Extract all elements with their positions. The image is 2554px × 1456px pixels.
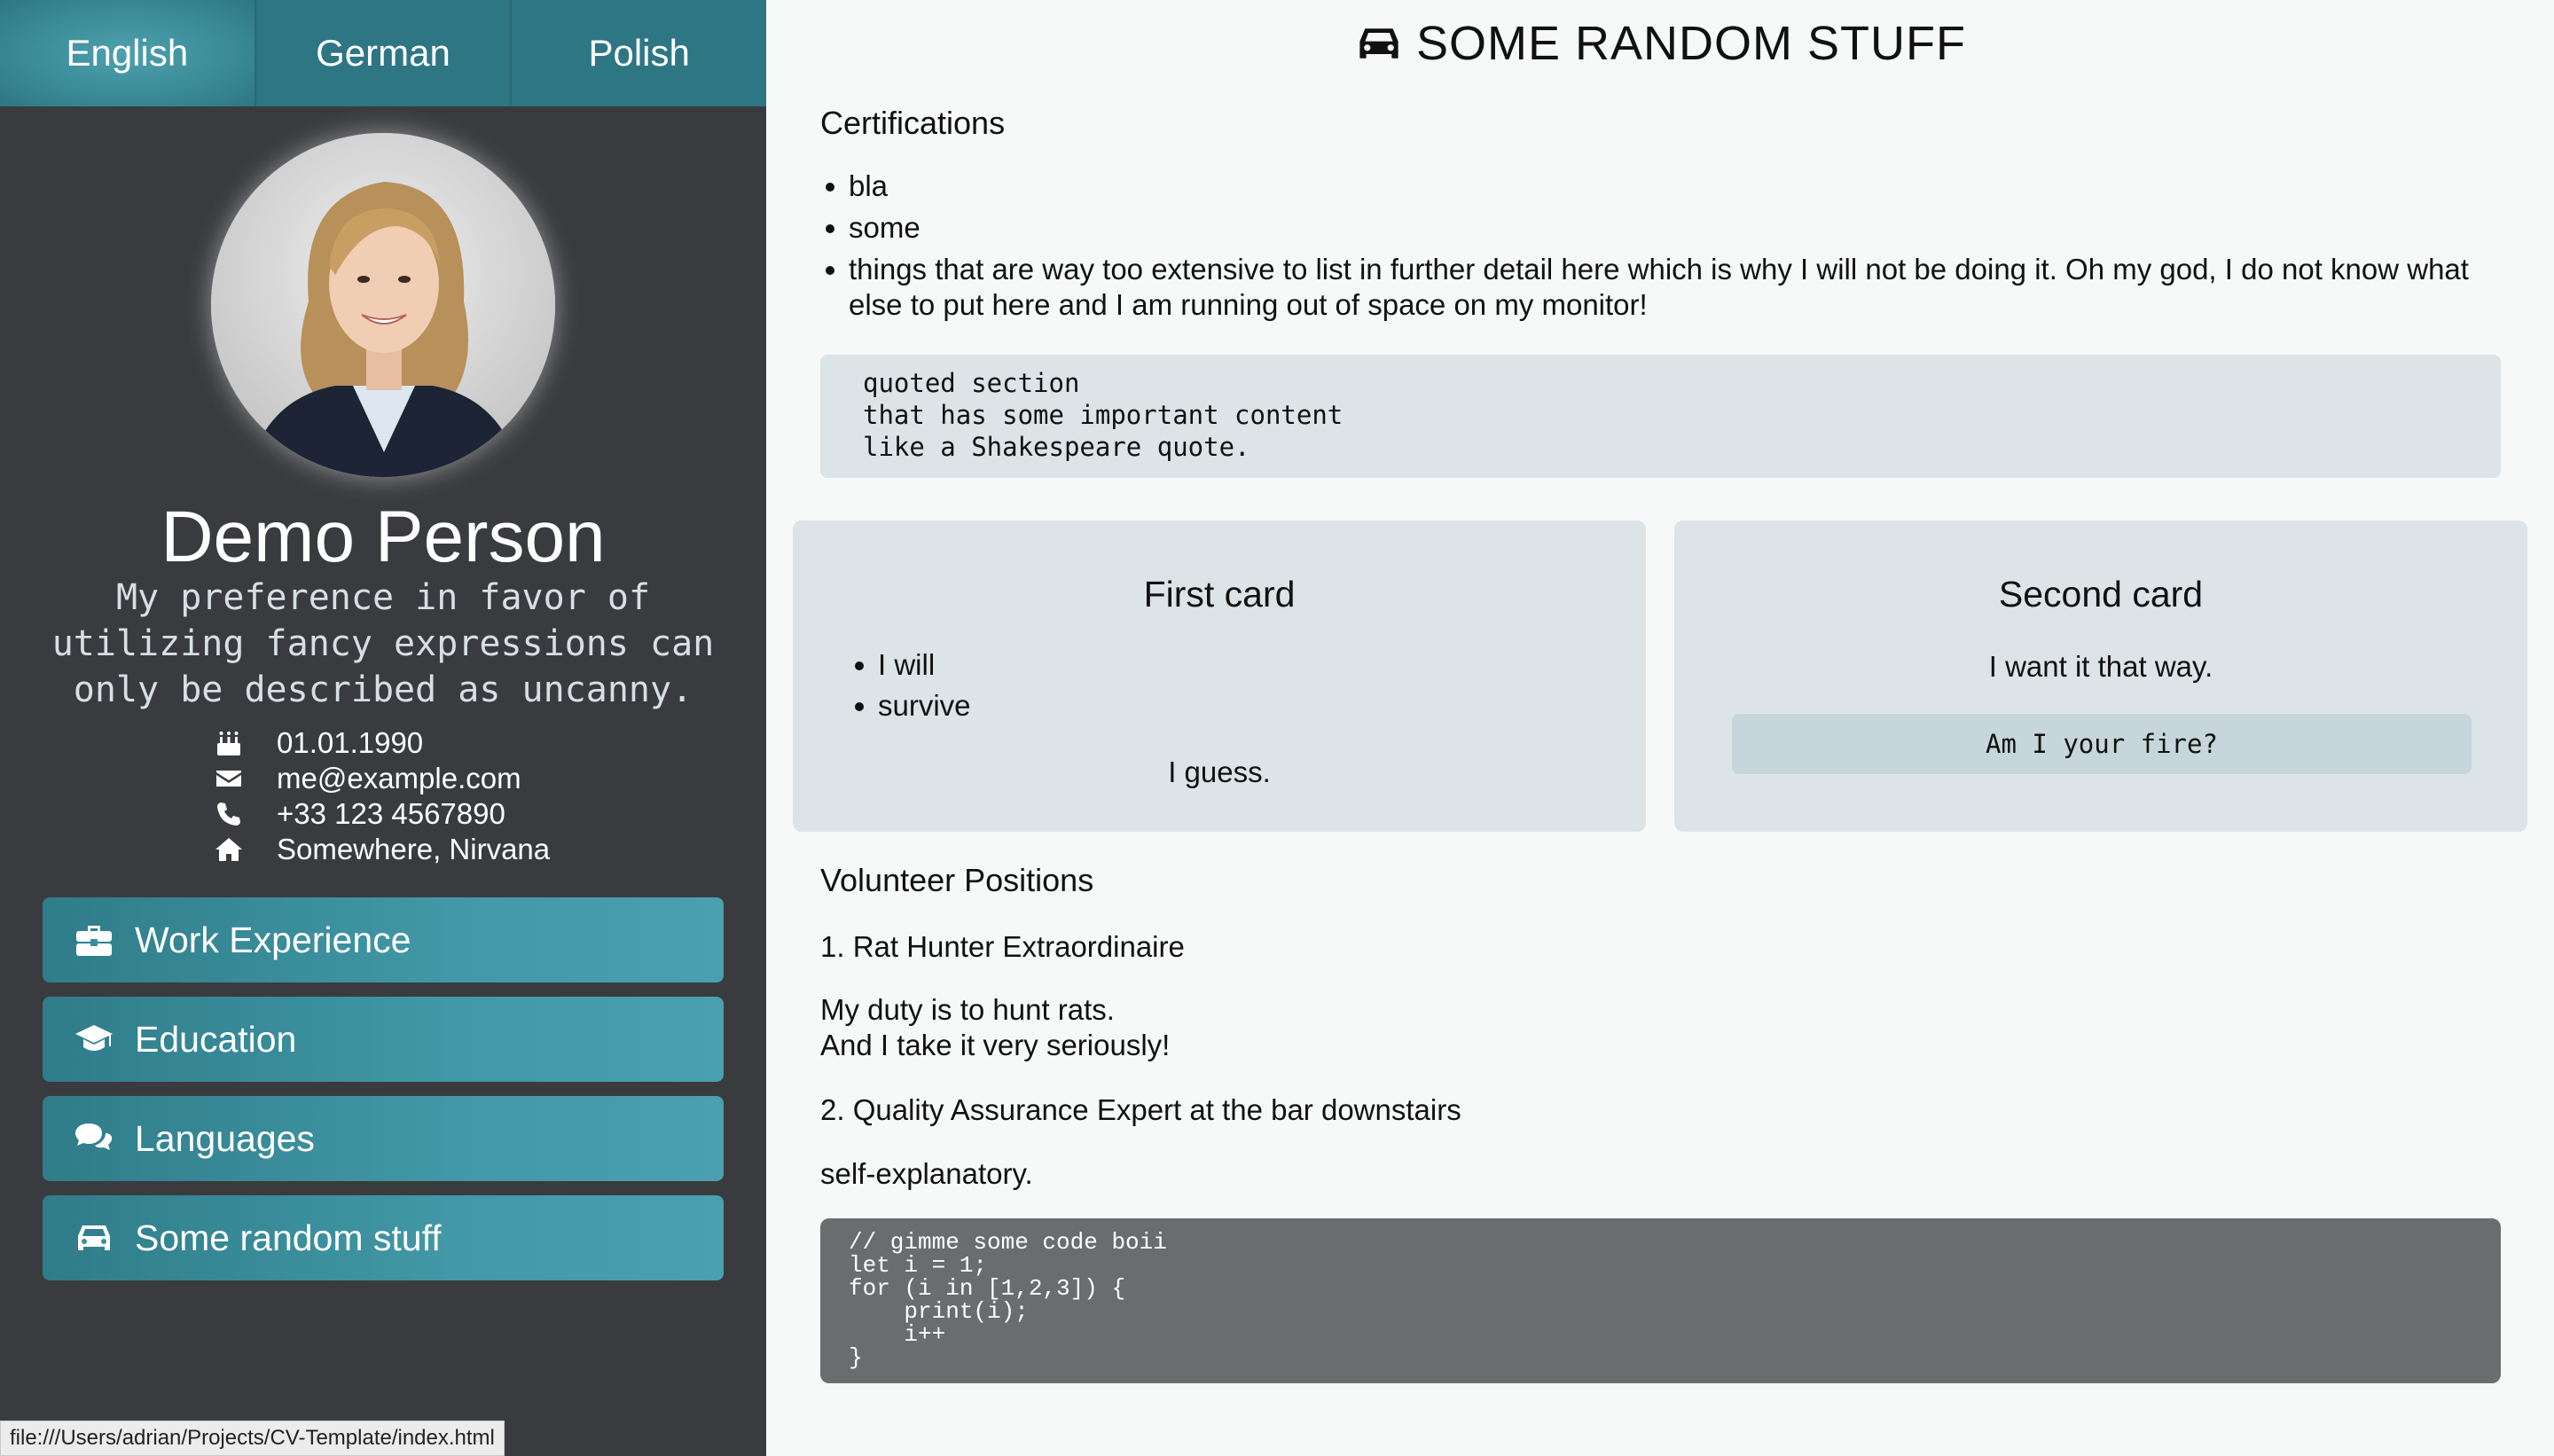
quote-block: quoted section that has some important c… [820,355,2501,478]
contact-value: +33 123 4567890 [277,797,505,830]
volunteer-position-description: And I take it very seriously! [820,1029,1171,1061]
card-footer: I guess. [1168,755,1271,788]
contact-value: me@example.com [277,762,521,795]
phone-icon [209,799,248,829]
card-code: Am I your fire? [1732,714,2472,774]
main-content: SOME RANDOM STUFF Certifications bla som… [766,0,2554,1456]
language-tabs: English German Polish [0,0,767,106]
contact-address: Somewhere, Nirvana [209,832,670,867]
tab-german[interactable]: German [254,0,511,106]
nav-label: Languages [135,1117,315,1159]
contact-birthday: 01.01.1990 [209,725,670,761]
status-bar-url: file:///Users/adrian/Projects/CV-Templat… [0,1421,505,1456]
page-title: SOME RANDOM STUFF [766,16,2554,71]
volunteer-position-title: 1. Rat Hunter Extraordinaire [820,930,1185,963]
card-title: First card [1143,574,1296,614]
briefcase-icon [73,922,115,958]
list-item: some [820,210,2505,246]
card-title: Second card [1998,574,2204,614]
graduation-cap-icon [73,1022,115,1057]
volunteer-position-description: self-explanatory. [820,1157,1033,1190]
list-item: bla [820,168,2505,204]
nav-random-stuff-button[interactable]: Some random stuff [43,1195,724,1280]
sidebar: English German Polish Demo Person My pre… [0,0,767,1456]
home-icon [209,834,248,865]
envelope-icon [209,763,248,794]
avatar [211,133,555,477]
card-list: I will survive [851,645,971,726]
contact-value: 01.01.1990 [277,726,424,759]
list-item: survive [851,685,971,726]
list-item: things that are way too extensive to lis… [820,252,2505,323]
volunteer-heading: Volunteer Positions [820,862,1094,898]
code-block: // gimme some code boii let i = 1; for (… [820,1218,2501,1383]
first-card: First card I will survive I guess. [793,521,1646,832]
nav-label: Some random stuff [135,1217,442,1258]
nav-languages-button[interactable]: Languages [43,1096,724,1181]
nav-work-experience-button[interactable]: Work Experience [43,897,724,982]
nav-label: Work Experience [135,919,411,960]
volunteer-position-description: My duty is to hunt rats. [820,993,1115,1026]
person-name: Demo Person [161,497,606,577]
contact-value: Somewhere, Nirvana [277,833,551,865]
tab-english[interactable]: English [0,0,255,106]
nav-label: Education [135,1018,297,1060]
list-item: I will [851,645,971,685]
birthday-cake-icon [209,728,248,758]
tab-polish[interactable]: Polish [510,0,767,106]
tagline: My preference in favor of utilizing fanc… [51,577,715,710]
car-icon [1359,28,1398,59]
card-text: I want it that way. [1988,650,2213,683]
contact-list: 01.01.1990 me@example.com +33 123 456789… [209,725,670,867]
section-nav: Work Experience Education Languages Some… [43,897,724,1295]
certifications-heading: Certifications [820,105,1006,141]
second-card: Second card I want it that way. Am I you… [1674,521,2527,832]
volunteer-position-title: 2. Quality Assurance Expert at the bar d… [820,1093,1461,1126]
comments-icon [73,1121,115,1156]
contact-email[interactable]: me@example.com [209,761,670,796]
certifications-list: bla some things that are way too extensi… [820,168,2505,329]
page-title-text: SOME RANDOM STUFF [1416,17,1966,70]
nav-education-button[interactable]: Education [43,997,724,1082]
contact-phone[interactable]: +33 123 4567890 [209,796,670,832]
car-icon [73,1220,115,1256]
